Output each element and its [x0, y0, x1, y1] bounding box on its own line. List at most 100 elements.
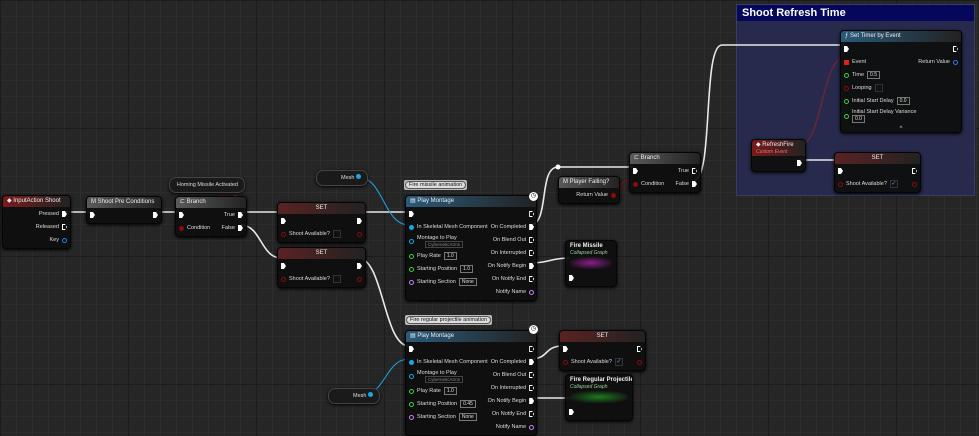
return-value-pin-row[interactable]: Return Value: [576, 190, 616, 200]
play-montage1-node[interactable]: ▤ Play Montage In Skeletal Mesh Component…: [405, 195, 537, 301]
exec-pin[interactable]: [633, 168, 638, 174]
fire-missile-node[interactable]: Fire Missile Collapsed Graph: [565, 240, 617, 287]
refresh-fire-node[interactable]: ◆ RefreshFire Custom Event: [751, 139, 806, 172]
montage-dropdown[interactable]: CyberneticArms: [425, 241, 464, 248]
starting-section-pin-row[interactable]: Starting Section None: [409, 277, 488, 287]
initial-start-delay-pin-row[interactable]: Initial Start Delay 0.0: [844, 96, 916, 106]
exec-pin[interactable]: [238, 225, 243, 231]
exec-pin-row[interactable]: [409, 344, 488, 354]
time-pin-row[interactable]: Time 0.5: [844, 70, 916, 80]
exec-pin-row[interactable]: [526, 344, 535, 354]
shoot-pre-node[interactable]: M Shoot Pre Conditions: [86, 196, 162, 224]
shoot-available-pin-row[interactable]: Shoot Available? ✓: [838, 179, 898, 189]
pressed-pin-row[interactable]: Pressed: [39, 209, 67, 219]
name-pin[interactable]: [409, 414, 414, 420]
bool-pin[interactable]: [637, 359, 642, 365]
exec-pin[interactable]: [281, 263, 286, 269]
condition-pin-row[interactable]: Condition: [633, 179, 664, 189]
exec-pin[interactable]: [62, 211, 67, 217]
false-pin-row[interactable]: False: [222, 223, 243, 233]
node-header[interactable]: ⊏ Branch: [630, 153, 700, 164]
exec-pin-row[interactable]: [794, 158, 802, 168]
float-pin[interactable]: [844, 98, 849, 104]
bool-pin-row[interactable]: [909, 179, 917, 189]
value-field[interactable]: None: [458, 413, 477, 421]
montage-dropdown[interactable]: CyberneticArms: [425, 376, 464, 383]
bool-pin[interactable]: [844, 85, 849, 91]
bool-pin-row[interactable]: [354, 274, 362, 284]
set3-node[interactable]: SET Shoot Available? ✓: [834, 152, 921, 193]
exec-pin[interactable]: [529, 224, 535, 230]
exec-pin[interactable]: [529, 250, 535, 256]
exec-pin[interactable]: [238, 212, 243, 218]
play-rate-pin-row[interactable]: Play Rate 1.0: [409, 251, 488, 261]
shoot-available-pin-row[interactable]: Shoot Available? ✓: [563, 357, 623, 367]
node-header[interactable]: SET: [278, 248, 365, 259]
exec-pin-row[interactable]: [179, 210, 210, 220]
branch2-node[interactable]: ⊏ Branch Condition True False: [629, 152, 701, 193]
delegate-pin[interactable]: [844, 59, 849, 65]
set-timer-node[interactable]: ƒ Set Timer by Event Event Time 0.5 Looping I…: [840, 30, 962, 133]
exec-pin[interactable]: [563, 346, 568, 352]
float-pin[interactable]: [409, 266, 414, 272]
expand-arrow[interactable]: ^: [841, 126, 961, 132]
looping-pin-row[interactable]: Looping: [844, 83, 916, 93]
node-header[interactable]: ▤ Play Montage: [406, 196, 536, 207]
node-header[interactable]: ▤ Play Montage: [406, 331, 536, 342]
set1-node[interactable]: SET Shoot Available?: [277, 202, 366, 243]
mesh-getter-bottom[interactable]: Mesh: [328, 388, 380, 404]
exec-pin-row[interactable]: [634, 344, 642, 354]
on-completed-pin-row[interactable]: On Completed: [491, 222, 535, 232]
starting-section-pin-row[interactable]: Starting Section None: [409, 412, 488, 422]
value-field[interactable]: 1.0: [443, 252, 457, 260]
node-header[interactable]: M Player Falling?: [559, 177, 619, 188]
on-interrupted-pin-row[interactable]: On Interrupted: [491, 248, 535, 258]
released-pin-row[interactable]: Released: [36, 222, 67, 232]
value-field[interactable]: 0.45: [460, 400, 476, 408]
comment-bubble-fire-regular[interactable]: Fire regular projectile animation: [405, 315, 493, 325]
exec-pin[interactable]: [529, 237, 535, 243]
exec-pin[interactable]: [692, 168, 697, 174]
float-pin[interactable]: [844, 113, 849, 119]
exec-pin-row[interactable]: [844, 44, 916, 54]
exec-pin[interactable]: [953, 46, 958, 52]
name-pin[interactable]: [529, 424, 535, 430]
starting-position-pin-row[interactable]: Starting Position 1.0: [409, 264, 488, 274]
montage-to-play-pin-row[interactable]: Montage to Play CyberneticArms: [409, 370, 488, 383]
checkbox[interactable]: ✓: [614, 358, 623, 366]
true-pin-row[interactable]: True: [678, 166, 697, 176]
initial-start-delay-variance-pin-row[interactable]: Initial Start Delay Variance 0.0: [844, 109, 916, 123]
object-pin[interactable]: [356, 174, 361, 179]
exec-pin[interactable]: [357, 263, 362, 269]
exec-wire[interactable]: [240, 224, 282, 259]
exec-pin[interactable]: [529, 398, 535, 404]
exec-pin[interactable]: [569, 409, 574, 415]
notify-name-pin-row[interactable]: Notify Name: [496, 422, 535, 432]
exec-pin[interactable]: [529, 263, 535, 269]
true-pin-row[interactable]: True: [224, 210, 243, 220]
shoot-available-pin-row[interactable]: Shoot Available?: [281, 274, 341, 284]
exec-pin-row[interactable]: [281, 216, 341, 226]
in-skeletal-mesh-component-pin-row[interactable]: In Skeletal Mesh Component: [409, 222, 488, 232]
bool-pin[interactable]: [357, 231, 362, 237]
exec-pin-row[interactable]: [526, 209, 535, 219]
in-skeletal-mesh-component-pin-row[interactable]: In Skeletal Mesh Component: [409, 357, 488, 367]
exec-pin[interactable]: [529, 211, 535, 217]
node-header[interactable]: SET: [278, 203, 365, 214]
node-header[interactable]: ◆ InputAction Shoot: [3, 196, 70, 207]
on-blend-out-pin-row[interactable]: On Blend Out: [493, 370, 535, 380]
object-pin[interactable]: [368, 392, 373, 397]
exec-pin[interactable]: [912, 168, 917, 174]
value-field[interactable]: 1.0: [460, 265, 474, 273]
bool-pin-row[interactable]: [634, 357, 642, 367]
exec-pin[interactable]: [179, 212, 184, 218]
node-header[interactable]: ⊏ Branch: [176, 197, 246, 208]
exec-pin-row[interactable]: [281, 261, 341, 271]
key-pin-row[interactable]: Key: [50, 235, 67, 245]
condition-pin-row[interactable]: Condition: [179, 223, 210, 233]
bool-pin[interactable]: [633, 181, 638, 187]
comment-title[interactable]: Shoot Refresh Time: [737, 5, 974, 21]
homing-missile-activated-getter[interactable]: Homing Missile Activated: [169, 177, 245, 200]
exec-pin-row[interactable]: [569, 407, 577, 417]
exec-pin[interactable]: [409, 211, 414, 217]
